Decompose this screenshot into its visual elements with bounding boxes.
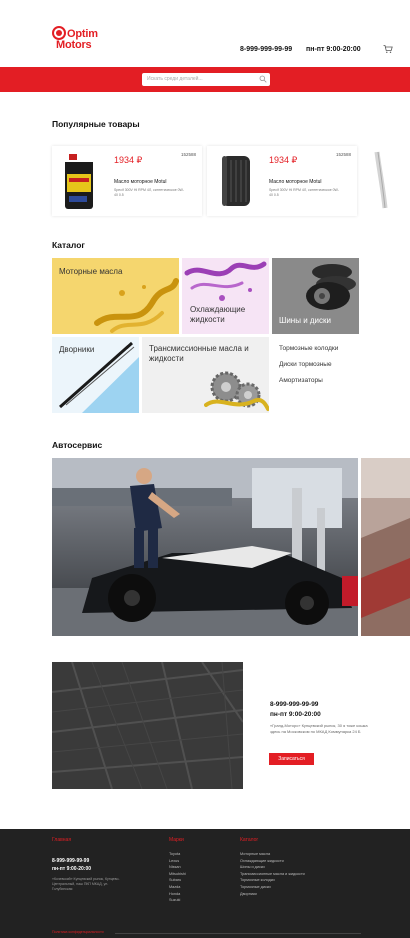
catalog-tile-coolants[interactable]: Охлаждающие жидкости: [182, 258, 269, 334]
footer-catalog-link[interactable]: Трансмиссионные масла и жидкости: [240, 871, 305, 878]
footer-col-catalog: Каталог Моторные масла Охлаждающие жидко…: [240, 837, 305, 897]
logo-line2: Motors: [56, 39, 92, 51]
service-photo[interactable]: [52, 458, 358, 636]
product-sku: 152588: [180, 152, 196, 157]
footer-catalog-link[interactable]: Охлаждающие жидкости: [240, 858, 305, 865]
footer-brand-link[interactable]: Toyota: [169, 851, 186, 858]
footer-catalog-link[interactable]: Шины и диски: [240, 864, 305, 871]
service-title: Автосервис: [52, 440, 103, 450]
product-price: 1934 ₽: [269, 155, 298, 165]
product-sku: 152588: [335, 152, 351, 157]
footer-divider: [115, 933, 361, 934]
product-price: 1934 ₽: [114, 155, 143, 165]
coolant-splash-image: [184, 261, 267, 301]
gear-icon: [52, 26, 66, 40]
service-photo-next[interactable]: [361, 458, 410, 636]
footer-catalog-link[interactable]: Дворники: [240, 891, 305, 898]
catalog-tile-wipers[interactable]: Дворники: [52, 337, 139, 413]
tile-label: Трансмиссионные масла и жидкости: [149, 344, 249, 363]
footer-brand-link[interactable]: Lexus: [169, 858, 186, 865]
footer: Главная 8-999-999-99-99 пн-пт 9:00-20:00…: [0, 829, 410, 938]
catalog-tile-tires[interactable]: Шины и диски: [272, 258, 359, 334]
footer-brand-link[interactable]: Subaru: [169, 877, 186, 884]
contacts-hours: пн-пт 9:00-20:00: [270, 711, 321, 718]
tile-label: Шины и диски: [279, 316, 331, 325]
catalog-link[interactable]: Диски тормозные: [279, 361, 338, 368]
footer-col-brands: Марки Toyota Lexus Nissan Mitsubishi Sub…: [169, 837, 186, 904]
footer-brand-link[interactable]: Mitsubishi: [169, 871, 186, 878]
footer-address: «Кочевский» Кунцевский рынок, Кунцево-Це…: [52, 877, 120, 891]
tile-label: Дворники: [59, 345, 95, 354]
footer-heading[interactable]: Главная: [52, 837, 122, 843]
footer-heading: Марки: [169, 837, 184, 843]
product-name[interactable]: Масло моторное Motul: [114, 179, 167, 185]
popular-title: Популярные товары: [52, 119, 140, 129]
contacts-address: «Гранд-Моторс» Кунцевский рынок, 30 я то…: [270, 723, 368, 734]
tires-stack-image: [306, 264, 356, 310]
tire-image: [222, 156, 250, 206]
footer-catalog-link[interactable]: Тормозные диски: [240, 884, 305, 891]
footer-brand-link[interactable]: Honda: [169, 891, 186, 898]
map-image: [52, 662, 243, 789]
tile-label: Моторные масла: [59, 267, 123, 276]
product-card[interactable]: 152588 1934 ₽ Масло моторное Motul Speci…: [207, 146, 357, 216]
motul-oil-can-image: [65, 154, 93, 209]
footer-brand-link[interactable]: Mazda: [169, 884, 186, 891]
privacy-link[interactable]: Политика конфиденциальности: [52, 930, 104, 934]
catalog-link[interactable]: Амортизаторы: [279, 377, 338, 384]
search-placeholder: Искать среди деталей...: [147, 76, 203, 82]
gears-image: [204, 371, 269, 411]
map[interactable]: [52, 662, 243, 789]
header-hours: пн-пт 9:00-20:00: [306, 46, 361, 53]
product-desc: Specif 300V Hi RPM 4Л, синтетическое 0W-…: [114, 188, 184, 197]
catalog-links: Тормозные колодки Диски тормозные Аморти…: [279, 345, 338, 393]
service-next-image: [361, 458, 410, 636]
cart-icon[interactable]: [383, 44, 393, 54]
footer-brand-link[interactable]: Suzuki: [169, 897, 186, 904]
book-button[interactable]: Записаться: [269, 753, 314, 765]
catalog-tile-motor-oils[interactable]: Моторные масла: [52, 258, 179, 334]
product-name[interactable]: Масло моторное Motul: [269, 179, 322, 185]
search-icon[interactable]: [259, 75, 267, 83]
search-input[interactable]: Искать среди деталей...: [142, 73, 270, 86]
footer-phone[interactable]: 8-999-999-99-99: [52, 857, 122, 865]
wiper-blade-image: [374, 151, 388, 209]
footer-col-main: Главная 8-999-999-99-99 пн-пт 9:00-20:00…: [52, 837, 122, 891]
product-desc: Specif 300V Hi RPM 4Л, синтетическое 0W-…: [269, 188, 339, 197]
logo[interactable]: Optim Motors: [52, 26, 112, 56]
race-car-mechanic-image: [52, 458, 358, 636]
catalog-link[interactable]: Тормозные колодки: [279, 345, 338, 352]
footer-hours: пн-пт 9:00-20:00: [52, 866, 92, 872]
page: Optim Motors 8-999-999-99-99 пн-пт 9:00-…: [0, 0, 410, 938]
catalog-title: Каталог: [52, 240, 85, 250]
footer-brand-link[interactable]: Nissan: [169, 864, 186, 871]
oil-splash-image: [94, 278, 179, 333]
header-phone[interactable]: 8-999-999-99-99: [240, 46, 292, 53]
footer-heading: Каталог: [240, 837, 259, 843]
footer-catalog-link[interactable]: Тормозные колодки: [240, 877, 305, 884]
contacts-phone[interactable]: 8-999-999-99-99: [270, 701, 318, 708]
catalog-tile-transmission[interactable]: Трансмиссионные масла и жидкости: [142, 337, 269, 413]
footer-catalog-link[interactable]: Моторные масла: [240, 851, 305, 858]
tile-label: Охлаждающие жидкости: [190, 305, 246, 324]
product-card[interactable]: 152588 1934 ₽ Масло моторное Motul Speci…: [52, 146, 202, 216]
